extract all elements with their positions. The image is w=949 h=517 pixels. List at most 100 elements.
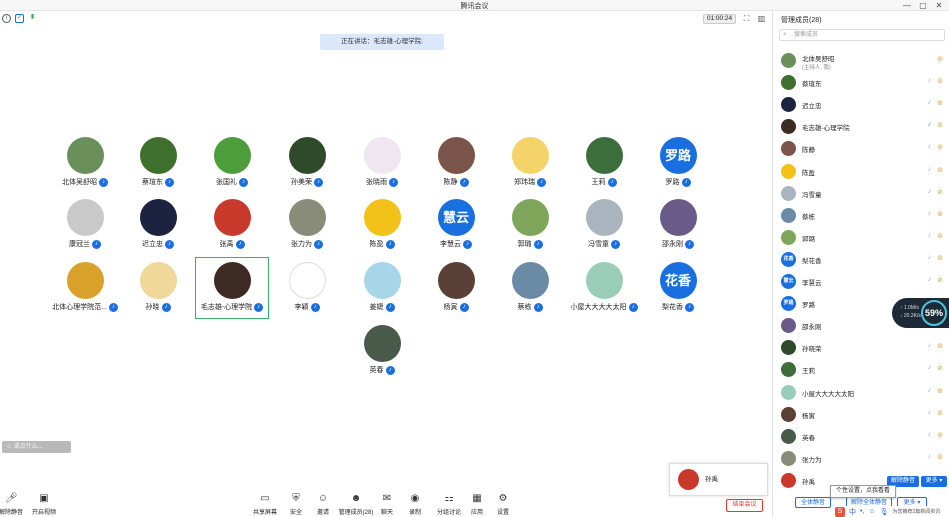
participant-tile[interactable]: 花香 梨花香 ♪ <box>641 262 715 312</box>
microphone-icon[interactable]: ♪ <box>928 77 932 84</box>
participant-tile[interactable]: 郭璐 ♪ <box>493 199 567 249</box>
participant-tile[interactable]: 邵永刚 ♪ <box>641 199 715 249</box>
chat-input[interactable]: ☺ 说点什么... <box>2 441 71 453</box>
microphone-icon[interactable]: ♪ <box>928 188 932 195</box>
microphone-icon[interactable]: ♪ <box>928 99 932 106</box>
participant-tile[interactable]: 迟立忠 ♪ <box>121 199 195 249</box>
participant-name-row: 梨花香 ♪ <box>641 302 715 312</box>
gear-icon: ⚙ <box>498 493 508 504</box>
participant-name-row: 李颖 ♪ <box>270 302 344 312</box>
member-row[interactable]: 蔡瑄东 ⊘ ♪ <box>779 73 945 93</box>
participant-tile[interactable]: 英春 ♪ <box>345 325 419 375</box>
member-row[interactable]: 花香 梨花香 ⊘ ♪ <box>779 250 945 270</box>
member-row[interactable]: 北体吴舒昭 (主持人, 我) ⊘ <box>779 51 945 71</box>
member-row[interactable]: 英春 ⊘ ♪ <box>779 427 945 447</box>
member-row[interactable]: 郭璐 ⊘ ♪ <box>779 228 945 248</box>
microphone-icon[interactable]: ♪ <box>928 453 932 460</box>
camera-off-icon[interactable]: ⊘ <box>937 121 943 129</box>
punctuation-icon[interactable]: •, <box>860 508 864 515</box>
member-row[interactable]: 迟立忠 ⊘ ♪ <box>779 95 945 115</box>
end-meeting-button[interactable]: 结束会议 <box>726 499 763 512</box>
microphone-icon[interactable]: ♪ <box>928 342 932 349</box>
minimize-button[interactable]: — <box>899 0 915 11</box>
member-row[interactable]: 张力为 ⊘ ♪ <box>779 449 945 469</box>
member-row[interactable]: 冯雪童 ⊘ ♪ <box>779 184 945 204</box>
participant-tile[interactable]: 郑玮瑞 ♪ <box>493 137 567 187</box>
camera-off-icon[interactable]: ⊘ <box>937 431 943 439</box>
camera-off-icon[interactable]: ⊘ <box>937 143 943 151</box>
microphone-icon[interactable]: ♪ <box>928 254 932 261</box>
participant-tile[interactable]: 北体吴舒昭 ♪ <box>48 137 122 187</box>
avatar <box>363 262 401 299</box>
member-row[interactable]: 小屋大大大大太阳 ⊘ ♪ <box>779 383 945 403</box>
participant-tile[interactable]: 蔡栋 ♪ <box>493 262 567 312</box>
member-search-input[interactable]: ⌕ 搜索成员 <box>779 29 945 41</box>
ime-notice: 为您推荐2篇新闻资讯 <box>892 509 941 515</box>
microphone-icon[interactable]: 🎙︎ <box>880 508 889 516</box>
mute-all-button[interactable]: 全体静音 <box>795 497 831 508</box>
microphone-icon[interactable]: ♪ <box>928 210 932 217</box>
microphone-icon[interactable]: ♪ <box>928 387 932 394</box>
member-row[interactable]: 蔡栋 ⊘ ♪ <box>779 206 945 226</box>
participant-tile[interactable]: 陈盈 ♪ <box>345 199 419 249</box>
camera-off-icon[interactable]: ⊘ <box>937 166 943 174</box>
participant-tile[interactable]: 张力为 ♪ <box>270 199 344 249</box>
camera-off-icon[interactable]: ⊘ <box>937 77 943 85</box>
participant-tile[interactable]: 张禹 ♪ <box>195 199 269 249</box>
participant-tile[interactable]: 张晓雨 ♪ <box>345 137 419 187</box>
member-row[interactable]: 陈静 ⊘ ♪ <box>779 139 945 159</box>
emoji-icon[interactable]: ☺ <box>868 508 875 515</box>
member-row[interactable]: 杨寅 ⊘ ♪ <box>779 405 945 425</box>
microphone-icon[interactable]: ♪ <box>928 276 932 283</box>
microphone-icon[interactable]: ♪ <box>928 121 932 128</box>
participant-tile[interactable]: 王莉 ♪ <box>567 137 641 187</box>
camera-off-icon[interactable]: ⊘ <box>937 364 943 372</box>
participant-tile[interactable]: 姜婕 ♪ <box>345 262 419 312</box>
camera-off-icon[interactable]: ⊘ <box>937 276 943 284</box>
camera-off-icon[interactable]: ⊘ <box>937 188 943 196</box>
participant-name: 郑玮瑞 <box>514 179 535 186</box>
participant-tile[interactable]: 罗路 罗路 ♪ <box>641 137 715 187</box>
microphone-icon[interactable]: ♪ <box>928 232 932 239</box>
participant-tile[interactable]: 小屋大大大大太阳 ♪ <box>567 262 641 312</box>
participant-tile[interactable]: 冯雪童 ♪ <box>567 199 641 249</box>
microphone-icon[interactable]: ♪ <box>928 364 932 371</box>
participant-tile[interactable]: 慧云 李慧云 ♪ <box>419 199 493 249</box>
close-button[interactable]: ✕ <box>931 0 947 11</box>
participant-tile[interactable]: 毛志雄-心理学院 ♪ <box>195 257 269 319</box>
participant-tile[interactable]: 李颖 ♪ <box>270 262 344 312</box>
participant-tile[interactable]: 孙晓 ♪ <box>121 262 195 312</box>
member-row[interactable]: 慧云 李慧云 ⊘ ♪ <box>779 272 945 292</box>
participant-tile[interactable]: 杨寅 ♪ <box>419 262 493 312</box>
camera-off-icon[interactable]: ⊘ <box>937 387 943 395</box>
microphone-icon[interactable]: ♪ <box>928 166 932 173</box>
camera-off-icon[interactable]: ⊘ <box>937 342 943 350</box>
camera-off-icon[interactable]: ⊘ <box>937 254 943 262</box>
participant-tile[interactable]: 北体心理学院范... ♪ <box>48 262 122 312</box>
camera-off-icon[interactable]: ⊘ <box>937 453 943 461</box>
member-row[interactable]: 孙晓荣 ⊘ ♪ <box>779 338 945 358</box>
microphone-icon[interactable]: ♪ <box>928 143 932 150</box>
member-row[interactable]: 王莉 ⊘ ♪ <box>779 360 945 380</box>
camera-off-icon[interactable]: ⊘ <box>937 210 943 218</box>
member-more-button[interactable]: 更多 ▾ <box>921 476 947 487</box>
member-row[interactable]: 毛志雄-心理学院 ⊘ ♪ <box>779 117 945 137</box>
participant-tile[interactable]: 陈静 ♪ <box>419 137 493 187</box>
camera-off-icon[interactable]: ⊘ <box>937 232 943 240</box>
microphone-icon[interactable]: ♪ <box>928 431 932 438</box>
participant-tile[interactable]: 孙美荣 ♪ <box>270 137 344 187</box>
participant-tile[interactable]: 蔡瑄东 ♪ <box>121 137 195 187</box>
participant-tile[interactable]: 康冠兰 ♪ <box>48 199 122 249</box>
start-video-button[interactable]: ▣ 开启视频 <box>24 493 64 516</box>
camera-off-icon[interactable]: ⊘ <box>937 55 943 63</box>
ime-toolbar[interactable]: S 中 •, ☺ 🎙︎ 为您推荐2篇新闻资讯 <box>833 506 949 517</box>
ime-lang[interactable]: 中 <box>849 507 856 517</box>
settings-button[interactable]: ⚙ 设置 <box>483 493 523 516</box>
participant-tile[interactable]: 张国礼 ♪ <box>195 137 269 187</box>
camera-off-icon[interactable]: ⊘ <box>937 99 943 107</box>
microphone-icon[interactable]: ♪ <box>928 409 932 416</box>
network-speed-widget[interactable]: ↑ 1.0M/s ↓ 20.2K/s 59% <box>892 298 949 328</box>
maximize-button[interactable]: ▢ <box>915 0 931 11</box>
camera-off-icon[interactable]: ⊘ <box>937 409 943 417</box>
member-row[interactable]: 陈盈 ⊘ ♪ <box>779 162 945 182</box>
